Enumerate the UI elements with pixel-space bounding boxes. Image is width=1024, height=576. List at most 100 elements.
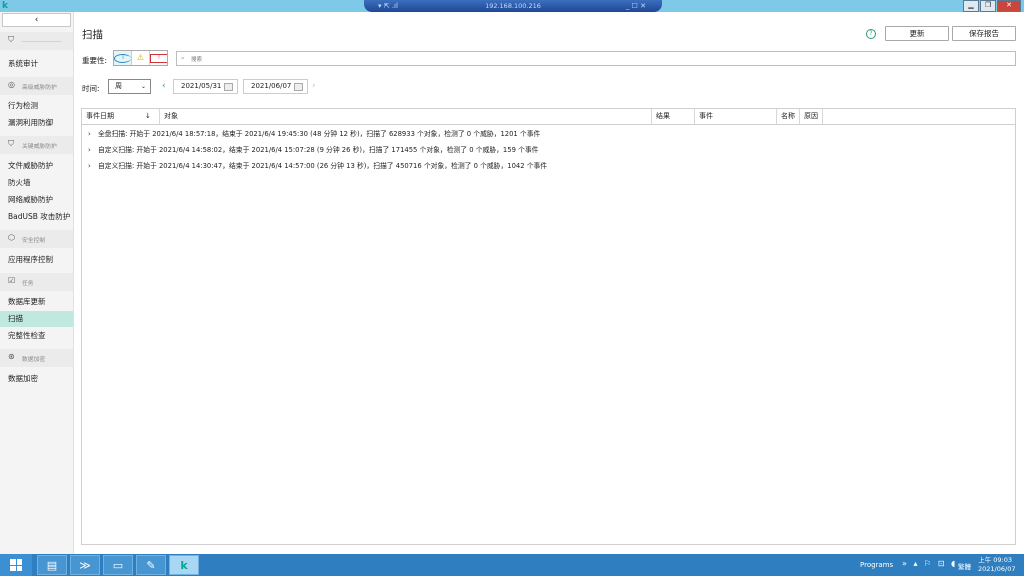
time-period-select[interactable]: 周 ⌄ — [108, 79, 151, 94]
row-summary: 自定义扫描: 开始于 2021/6/4 14:30:47，结束于 2021/6/… — [98, 162, 548, 170]
group-label: 高级威胁防护 — [22, 85, 57, 91]
table-row[interactable]: › 全盘扫描: 开始于 2021/6/4 18:57:18，结束于 2021/6… — [82, 127, 1015, 141]
sidebar: ‹ ⛉ 系统审计 ◎ 高级威胁防护 行为检测 漏洞利用防御 ⛉ 关键威胁防护 文… — [0, 12, 74, 554]
save-report-button[interactable]: 保存报告 — [952, 26, 1016, 41]
group-divider — [22, 41, 62, 42]
importance-label: 重要性: — [82, 56, 108, 65]
server-manager-icon[interactable]: ▤ — [37, 555, 67, 575]
table-header: 事件日期 ↓ 对象 结果 事件 名称 原因 — [82, 109, 1015, 125]
sidebar-group-security-controls: ⬡ 安全控制 — [0, 230, 73, 248]
sort-descending-icon[interactable]: ↓ — [145, 109, 151, 124]
next-period-button[interactable]: › — [312, 81, 316, 91]
sidebar-item-database-update[interactable]: 数据库更新 — [0, 294, 73, 310]
warning-icon: ⚠ — [136, 53, 145, 62]
search-input[interactable] — [189, 53, 993, 66]
chevron-down-icon: ⌄ — [140, 83, 146, 90]
table-row[interactable]: › 自定义扫描: 开始于 2021/6/4 14:58:02，结束于 2021/… — [82, 143, 1015, 157]
taskbar: ▤ ≫ ▭ ✎ k Programs » ▴ ⚐ ⊡ ◖ 繁體 上午 09:03… — [0, 554, 1024, 576]
rdp-ip-address: 192.168.100.216 — [485, 2, 541, 10]
powershell-icon[interactable]: ≫ — [70, 555, 100, 575]
tools-icon[interactable]: ✎ — [136, 555, 166, 575]
group-label: 安全控制 — [22, 238, 46, 244]
shield-icon: ⛉ — [8, 35, 14, 44]
importance-info-toggle[interactable]: i — [114, 51, 132, 65]
sidebar-item-network-threat[interactable]: 网络威胁防护 — [0, 192, 73, 208]
date-from-field[interactable]: 2021/05/31 — [173, 79, 238, 94]
remote-desktop-bar[interactable]: ▾ ⇱ .ıl 192.168.100.216 _ ☐ ✕ — [364, 0, 662, 12]
sidebar-item-exploit-prevention[interactable]: 漏洞利用防御 — [0, 115, 73, 131]
expand-chevron-icon[interactable]: › — [88, 127, 91, 141]
sidebar-item-app-control[interactable]: 应用程序控制 — [0, 252, 73, 268]
sidebar-item-firewall[interactable]: 防火墙 — [0, 175, 73, 191]
sidebar-item-integrity-check[interactable]: 完整性检查 — [0, 328, 73, 344]
expand-chevron-icon[interactable]: › — [88, 143, 91, 157]
row-summary: 自定义扫描: 开始于 2021/6/4 14:58:02，结束于 2021/6/… — [98, 146, 539, 154]
column-reason[interactable]: 原因 — [800, 109, 823, 124]
column-event[interactable]: 事件 — [695, 109, 777, 124]
sidebar-group-advanced-threat: ◎ 高级威胁防护 — [0, 77, 73, 95]
security-control-icon: ⬡ — [8, 233, 15, 242]
clock[interactable]: 上午 09:03 2021/06/07 — [978, 556, 1016, 574]
sidebar-item-data-encryption[interactable]: 数据加密 — [0, 371, 73, 387]
kaspersky-icon[interactable]: k — [169, 555, 199, 575]
clock-date: 2021/06/07 — [978, 565, 1016, 573]
column-event-date[interactable]: 事件日期 ↓ — [82, 109, 160, 124]
window-titlebar: k ▾ ⇱ .ıl 192.168.100.216 _ ☐ ✕ ▁ ❐ ✕ — [0, 0, 1024, 12]
table-row[interactable]: › 自定义扫描: 开始于 2021/6/4 14:30:47，结束于 2021/… — [82, 159, 1015, 173]
sidebar-group-essential-threat: ⛉ 关键威胁防护 — [0, 136, 73, 154]
task-icon: ☑ — [8, 276, 16, 285]
previous-period-button[interactable]: ‹ — [162, 81, 166, 91]
rdp-window-controls[interactable]: _ ☐ ✕ — [626, 0, 646, 12]
events-table: 事件日期 ↓ 对象 结果 事件 名称 原因 › 全盘扫描: 开始于 2021/6… — [81, 108, 1016, 545]
sidebar-item-scan[interactable]: 扫描 — [0, 311, 73, 327]
row-summary: 全盘扫描: 开始于 2021/6/4 18:57:18，结束于 2021/6/4… — [98, 130, 541, 138]
search-icon: ⌕ — [181, 54, 185, 62]
column-name[interactable]: 名称 — [777, 109, 800, 124]
start-button[interactable] — [0, 554, 32, 576]
calendar-icon[interactable] — [294, 83, 303, 91]
ime-indicator[interactable]: 繁體 — [958, 561, 971, 571]
help-icon[interactable]: ? — [866, 29, 876, 39]
importance-filter: i ⚠ ! — [113, 50, 168, 66]
sidebar-item-system-audit[interactable]: 系统审计 — [0, 56, 73, 72]
shield-outline-icon: ⛉ — [8, 139, 14, 148]
minimize-button[interactable]: ▁ — [963, 0, 979, 12]
column-result[interactable]: 结果 — [652, 109, 695, 124]
calendar-icon[interactable] — [224, 83, 233, 91]
sidebar-item-badusb[interactable]: BadUSB 攻击防护 — [0, 209, 73, 225]
page-title: 扫描 — [82, 29, 103, 41]
sidebar-group-data-encryption: ⊛ 数据加密 — [0, 349, 73, 367]
close-button[interactable]: ✕ — [997, 0, 1021, 12]
date-to-field[interactable]: 2021/06/07 — [243, 79, 308, 94]
data-encryption-icon: ⊛ — [8, 352, 15, 361]
date-to-value: 2021/06/07 — [251, 82, 292, 90]
sidebar-item-file-threat[interactable]: 文件威胁防护 — [0, 158, 73, 174]
group-label: 任务 — [22, 281, 34, 287]
update-button[interactable]: 更新 — [885, 26, 949, 41]
file-explorer-icon[interactable]: ▭ — [103, 555, 133, 575]
advanced-protection-icon: ◎ — [8, 80, 15, 89]
programs-toolbar[interactable]: Programs — [860, 561, 893, 569]
sidebar-group-tasks: ☑ 任务 — [0, 273, 73, 291]
info-icon: i — [114, 53, 131, 63]
time-period-value: 周 — [115, 82, 122, 90]
importance-critical-toggle[interactable]: ! — [150, 51, 167, 65]
sidebar-item-behavior-detection[interactable]: 行为检测 — [0, 98, 73, 114]
tray-icons[interactable]: » ▴ ⚐ ⊡ ◖ — [902, 559, 957, 568]
sidebar-group-protection: ⛉ — [0, 32, 73, 50]
collapse-sidebar-button[interactable]: ‹ — [2, 13, 71, 27]
app-logo-icon: k — [2, 1, 8, 11]
column-object[interactable]: 对象 — [160, 109, 652, 124]
restore-button[interactable]: ❐ — [980, 0, 996, 12]
column-label: 事件日期 — [86, 112, 114, 120]
group-label: 数据加密 — [22, 357, 46, 363]
expand-chevron-icon[interactable]: › — [88, 159, 91, 173]
windows-logo-icon — [10, 559, 22, 571]
search-box[interactable]: ⌕ — [176, 51, 1016, 66]
date-from-value: 2021/05/31 — [181, 82, 222, 90]
critical-icon: ! — [150, 53, 167, 63]
importance-warning-toggle[interactable]: ⚠ — [132, 51, 150, 65]
group-label: 关键威胁防护 — [22, 144, 57, 150]
clock-time: 上午 09:03 — [978, 556, 1012, 564]
time-label: 时间: — [82, 84, 100, 93]
